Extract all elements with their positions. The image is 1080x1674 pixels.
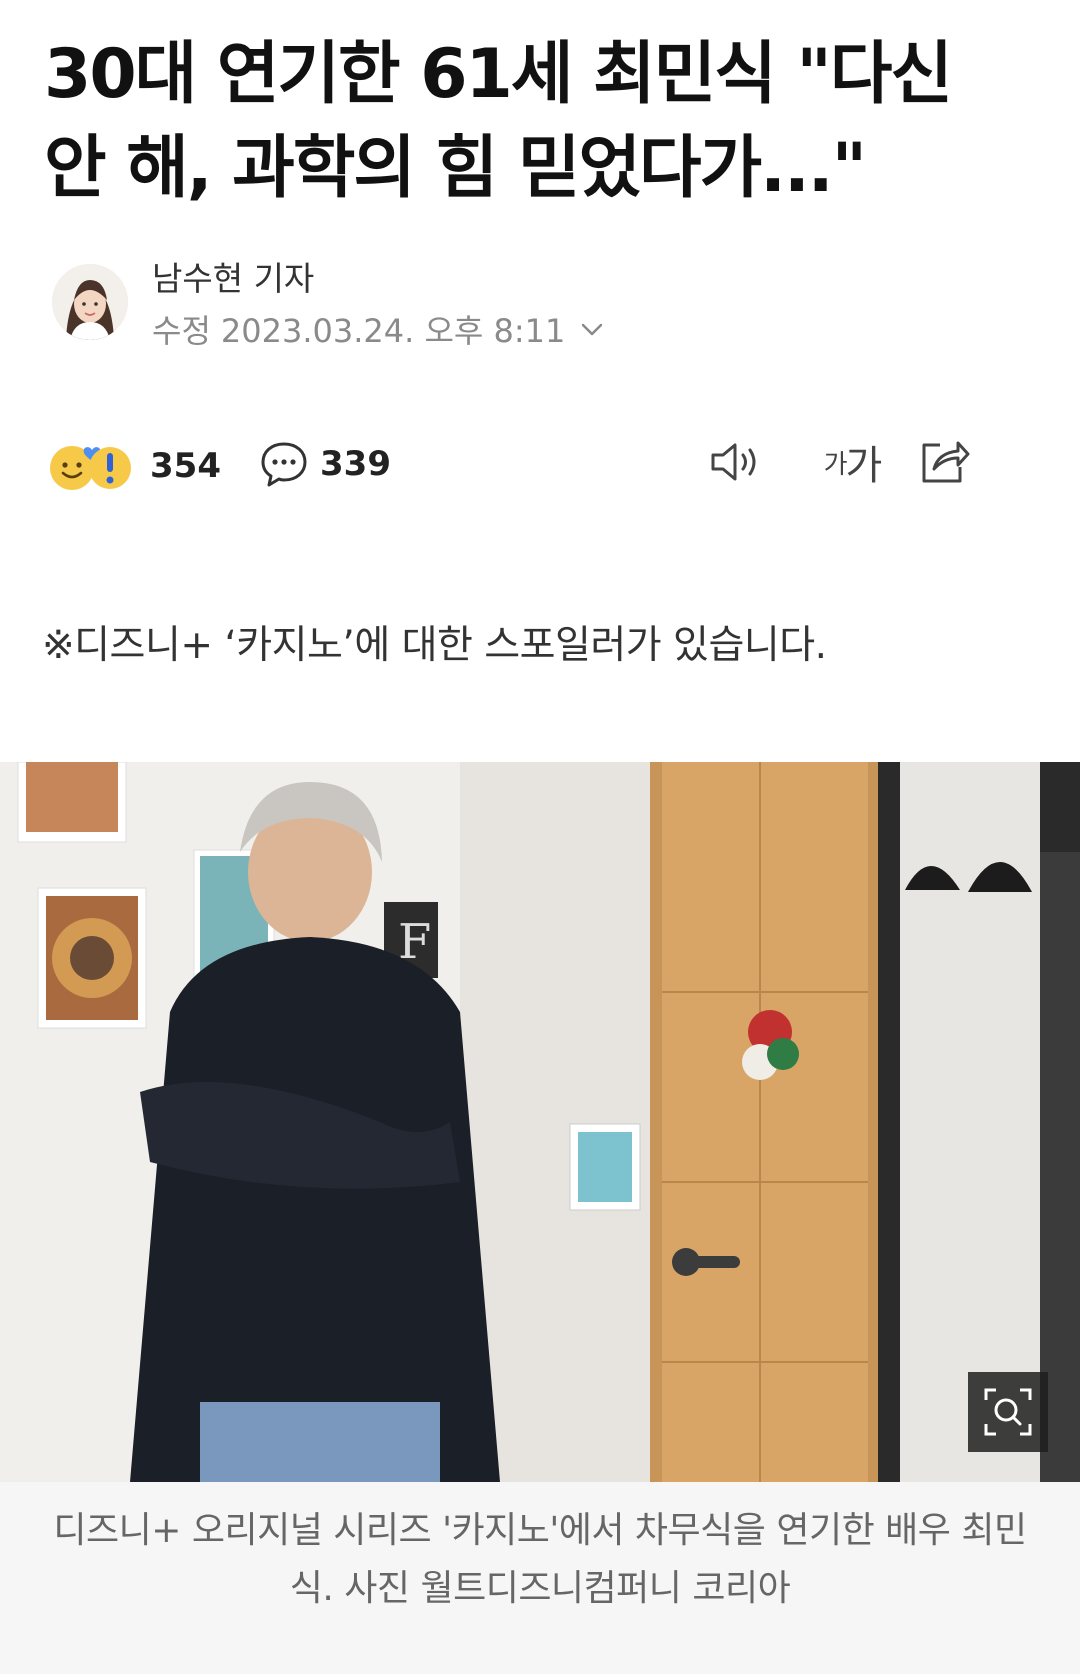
comment-count: 339 bbox=[320, 444, 391, 484]
reporter-name[interactable]: 남수현 기자 bbox=[152, 252, 314, 300]
font-size-button[interactable]: 가가 bbox=[812, 432, 892, 492]
byline: 남수현 기자 수정 2023.03.24. 오후 8:11 bbox=[52, 252, 752, 362]
modified-date[interactable]: 수정 2023.03.24. 오후 8:11 bbox=[152, 306, 605, 352]
tts-button[interactable] bbox=[706, 432, 766, 492]
article-headline: 30대 연기한 61세 최민식 "다신 안 해, 과학의 힘 믿었다가..." bbox=[44, 35, 953, 208]
speaker-icon bbox=[711, 443, 756, 481]
share-icon bbox=[922, 441, 970, 483]
reaction-emojis bbox=[48, 438, 140, 494]
zoom-icon bbox=[984, 1388, 1032, 1436]
modified-label: 수정 bbox=[152, 312, 211, 350]
reaction-button[interactable]: 354 bbox=[48, 438, 221, 494]
comment-button[interactable]: 339 bbox=[258, 438, 391, 490]
font-size-small-label: 가 bbox=[823, 449, 848, 480]
reaction-count: 354 bbox=[150, 446, 221, 486]
spoiler-notice: ※디즈니+ ‘카지노’에 대한 스포일러가 있습니다. bbox=[42, 623, 827, 668]
exclamation-icon bbox=[89, 447, 131, 489]
speech-bubble-icon bbox=[261, 442, 307, 487]
photo-caption-area: 디즈니+ 오리지널 시리즈 '카지노'에서 차무식을 연기한 배우 최민식. 사… bbox=[0, 1482, 1080, 1674]
zoom-button[interactable] bbox=[968, 1372, 1048, 1452]
reporter-avatar[interactable] bbox=[52, 264, 128, 340]
font-size-large-label: 가 bbox=[845, 443, 883, 489]
article-photo[interactable]: F bbox=[0, 762, 1080, 1482]
share-button[interactable] bbox=[914, 432, 974, 492]
article-toolbar: 354 339 가가 bbox=[48, 432, 1032, 502]
photo-caption: 디즈니+ 오리지널 시리즈 '카지노'에서 차무식을 연기한 배우 최민식. 사… bbox=[53, 1510, 1027, 1609]
modified-time: 2023.03.24. 오후 8:11 bbox=[220, 312, 566, 350]
chevron-down-icon[interactable] bbox=[579, 316, 605, 342]
